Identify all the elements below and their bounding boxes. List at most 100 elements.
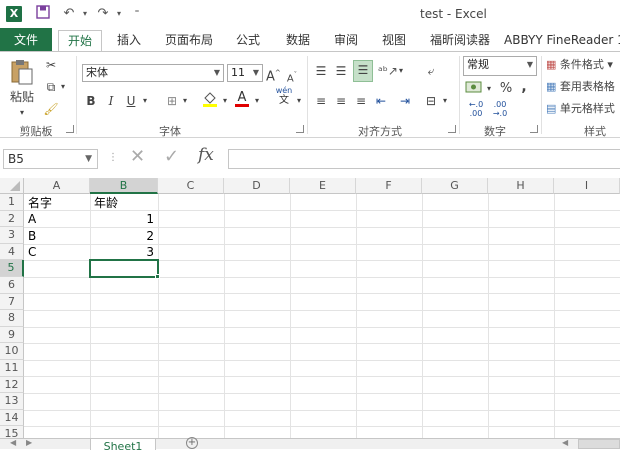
row-header-11[interactable]: 11 [0,360,24,377]
column-header-i[interactable]: I [554,178,620,194]
row-header-5[interactable]: 5 [0,260,24,277]
phonetic-dropdown-icon[interactable]: ▾ [294,92,304,110]
italic-button[interactable]: I [104,92,118,110]
cell-styles-button[interactable]: ▤ 单元格样式 [546,100,620,118]
column-header-c[interactable]: C [158,178,224,194]
tab-formulas[interactable]: 公式 [228,30,268,52]
underline-button[interactable]: U [124,92,138,110]
row-header-10[interactable]: 10 [0,343,24,360]
insert-function-button[interactable]: fx [198,145,214,165]
row-header-3[interactable]: 3 [0,227,24,244]
wrap-text-icon[interactable]: ⤶ [422,62,440,80]
format-as-table-button[interactable]: ▦ 套用表格格 [546,78,620,96]
percent-button[interactable]: % [498,80,514,98]
font-name-combo[interactable]: 宋体 ▼ [82,64,224,82]
cell-b2[interactable]: 1 [91,211,157,227]
column-header-g[interactable]: G [422,178,488,194]
row-header-2[interactable]: 2 [0,210,24,228]
phonetic-icon[interactable]: wén 文 [274,86,294,106]
tab-abbyy[interactable]: ABBYY FineReader 1 [504,30,620,52]
accounting-dropdown-icon[interactable]: ▾ [484,80,494,98]
cell-a3[interactable]: B [25,228,89,244]
cell-a4[interactable]: C [25,244,89,260]
sheet-scroll-right-icon[interactable]: ▶ [26,438,32,447]
borders-dropdown-icon[interactable]: ▾ [180,92,190,110]
row-header-13[interactable]: 13 [0,393,24,410]
tab-review[interactable]: 审阅 [326,30,366,52]
tab-home[interactable]: 开始 [58,30,102,52]
paste-icon[interactable] [8,58,36,88]
formula-input[interactable] [228,149,620,169]
format-painter-icon[interactable]: 🖌 [42,100,60,118]
column-header-h[interactable]: H [488,178,554,194]
font-color-dropdown-icon[interactable]: ▾ [252,92,262,110]
tab-view[interactable]: 视图 [374,30,414,52]
decrease-decimal-icon[interactable]: .00 →.0 [490,100,510,118]
sheet-tab-sheet1[interactable]: Sheet1 [90,439,156,450]
save-icon[interactable] [34,5,52,23]
tab-insert[interactable]: 插入 [108,30,150,52]
row-header-6[interactable]: 6 [0,277,24,294]
row-header-4[interactable]: 4 [0,243,24,261]
fill-color-dropdown-icon[interactable]: ▾ [220,92,230,110]
redo-dropdown-icon[interactable]: ▾ [110,5,128,23]
align-center-icon[interactable]: ≡ [333,92,349,110]
paste-dropdown-icon[interactable]: ▾ [10,104,34,122]
column-header-e[interactable]: E [290,178,356,194]
increase-indent-icon[interactable]: ⇥ [396,92,414,110]
name-box[interactable]: B5 ▼ [3,149,98,169]
row-header-9[interactable]: 9 [0,326,24,344]
align-right-icon[interactable]: ≡ [353,92,369,110]
cancel-icon[interactable]: ✕ [130,146,145,167]
column-header-b[interactable]: B [90,178,158,194]
fill-handle[interactable] [155,274,160,279]
row-header-7[interactable]: 7 [0,293,24,311]
cell-a2[interactable]: A [25,211,89,227]
cell-b1[interactable]: 年龄 [91,195,157,211]
grow-font-button[interactable]: A^ [266,64,281,86]
hscroll-left-icon[interactable]: ◀ [562,438,568,447]
customize-qa-icon[interactable]: ⁼ [128,5,146,23]
tab-foxit[interactable]: 福昕阅读器 [424,30,496,52]
row-header-1[interactable]: 1 [0,194,24,211]
font-size-combo[interactable]: 11 ▼ [227,64,263,82]
tab-file[interactable]: 文件 [0,28,52,52]
orientation-dropdown-icon[interactable]: ▾ [396,62,406,80]
copy-dropdown-icon[interactable]: ▾ [58,78,68,96]
font-color-icon[interactable]: A [234,88,250,108]
column-header-a[interactable]: A [24,178,90,194]
comma-button[interactable]: , [518,78,530,96]
spreadsheet-grid[interactable]: A B C D E F G H I 1 2 3 4 5 6 7 8 9 10 1… [0,178,620,438]
align-left-icon[interactable]: ≡ [313,92,329,110]
accounting-icon[interactable] [464,80,484,99]
column-header-f[interactable]: F [356,178,422,194]
borders-icon[interactable]: ⊞ [164,92,180,110]
enter-icon[interactable]: ✓ [164,146,179,167]
row-header-8[interactable]: 8 [0,310,24,327]
column-header-d[interactable]: D [224,178,290,194]
decrease-indent-icon[interactable]: ⇤ [372,92,390,110]
bold-button[interactable]: B [84,92,98,110]
row-header-14[interactable]: 14 [0,409,24,427]
underline-dropdown-icon[interactable]: ▾ [140,92,150,110]
align-bottom-icon[interactable]: ☰ [353,60,373,82]
clipboard-launcher-icon[interactable] [66,125,74,133]
cell-b3[interactable]: 2 [91,228,157,244]
font-launcher-icon[interactable] [296,125,304,133]
conditional-formatting-button[interactable]: ▦ 条件格式 ▾ [546,56,620,74]
horizontal-scrollbar[interactable] [578,439,620,449]
active-cell-b5[interactable] [89,259,159,278]
cell-a1[interactable]: 名字 [25,195,89,211]
row-header-15[interactable]: 15 [0,426,24,438]
align-top-icon[interactable]: ☰ [313,62,329,80]
number-launcher-icon[interactable] [530,125,538,133]
tab-page-layout[interactable]: 页面布局 [160,30,218,52]
cut-icon[interactable]: ✂ [42,56,60,74]
alignment-launcher-icon[interactable] [448,125,456,133]
row-header-12[interactable]: 12 [0,376,24,394]
increase-decimal-icon[interactable]: ←.0.00 [466,100,486,118]
merge-dropdown-icon[interactable]: ▾ [440,92,450,110]
cell-b4[interactable]: 3 [91,244,157,260]
new-sheet-icon[interactable]: + [186,437,198,449]
number-format-combo[interactable]: 常规 ▼ [463,56,537,76]
